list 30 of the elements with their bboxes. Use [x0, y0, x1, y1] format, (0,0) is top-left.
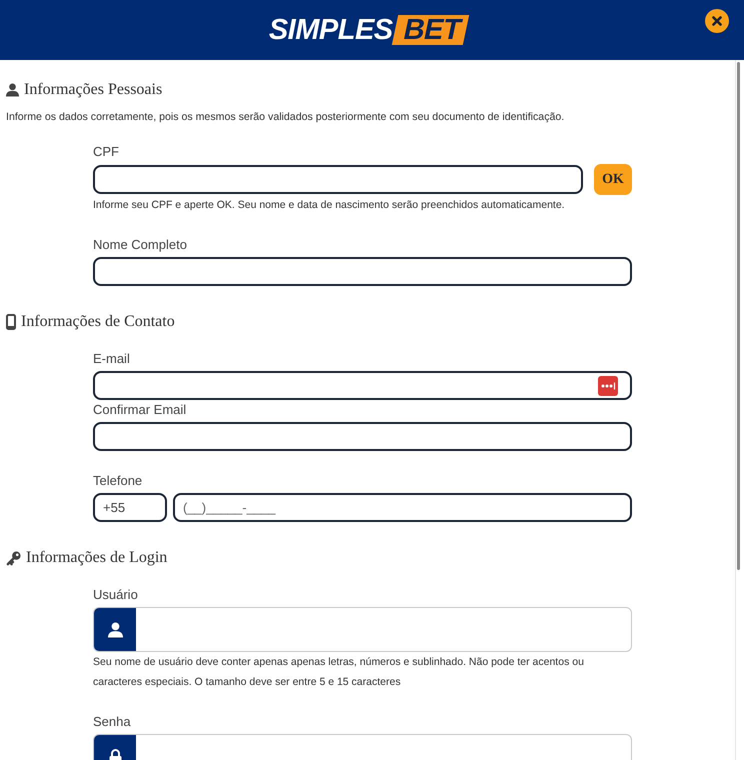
input-field[interactable] [93, 371, 632, 400]
input-field[interactable] [93, 165, 583, 194]
close-icon [712, 16, 722, 26]
input-field[interactable] [93, 257, 632, 286]
user-icon [94, 608, 136, 651]
country-code-field[interactable]: +55 [93, 493, 167, 522]
field-label: Telefone [93, 473, 142, 489]
field-hint: Informe seu CPF e aperte OK. Seu nome e data de nascimento serão preenchidos automaticamente. [93, 198, 566, 213]
section-title: Informações de Contato [21, 313, 175, 331]
field-label: E-mail [93, 351, 130, 367]
field-label: Nome Completo [93, 237, 187, 253]
mobile-phone-icon [6, 314, 16, 330]
person-icon [6, 83, 19, 97]
field-label: CPF [93, 144, 119, 160]
section-title: Informações Pessoais [24, 81, 162, 99]
username-field[interactable] [93, 607, 632, 652]
ok-button[interactable]: OK [594, 164, 632, 195]
field-label: Usuário [93, 587, 138, 603]
field-label: Confirmar Email [93, 402, 186, 418]
input-field[interactable] [93, 422, 632, 451]
more-dots-icon[interactable] [598, 376, 618, 396]
field-label: Senha [93, 714, 131, 730]
phone-field[interactable]: (__)_____-____ [173, 493, 632, 522]
close-button[interactable] [705, 9, 729, 33]
key-icon [6, 550, 21, 566]
field-hint: Seu nome de usuário deve conter apenas apenas letras, números e sublinhado. Não pode ter acentos ou caracteres especiais. O tamanho deve ser entre 5 e 15 caracteres [93, 655, 585, 690]
scrollbar-thumb[interactable] [737, 62, 740, 570]
section-title: Informações de Login [26, 549, 168, 567]
section-description: Informe os dados corretamente, pois os mesmos serão validados posteriormente com seu documento de identificação. [6, 110, 564, 124]
logo-text: SIMPLES [268, 15, 393, 45]
